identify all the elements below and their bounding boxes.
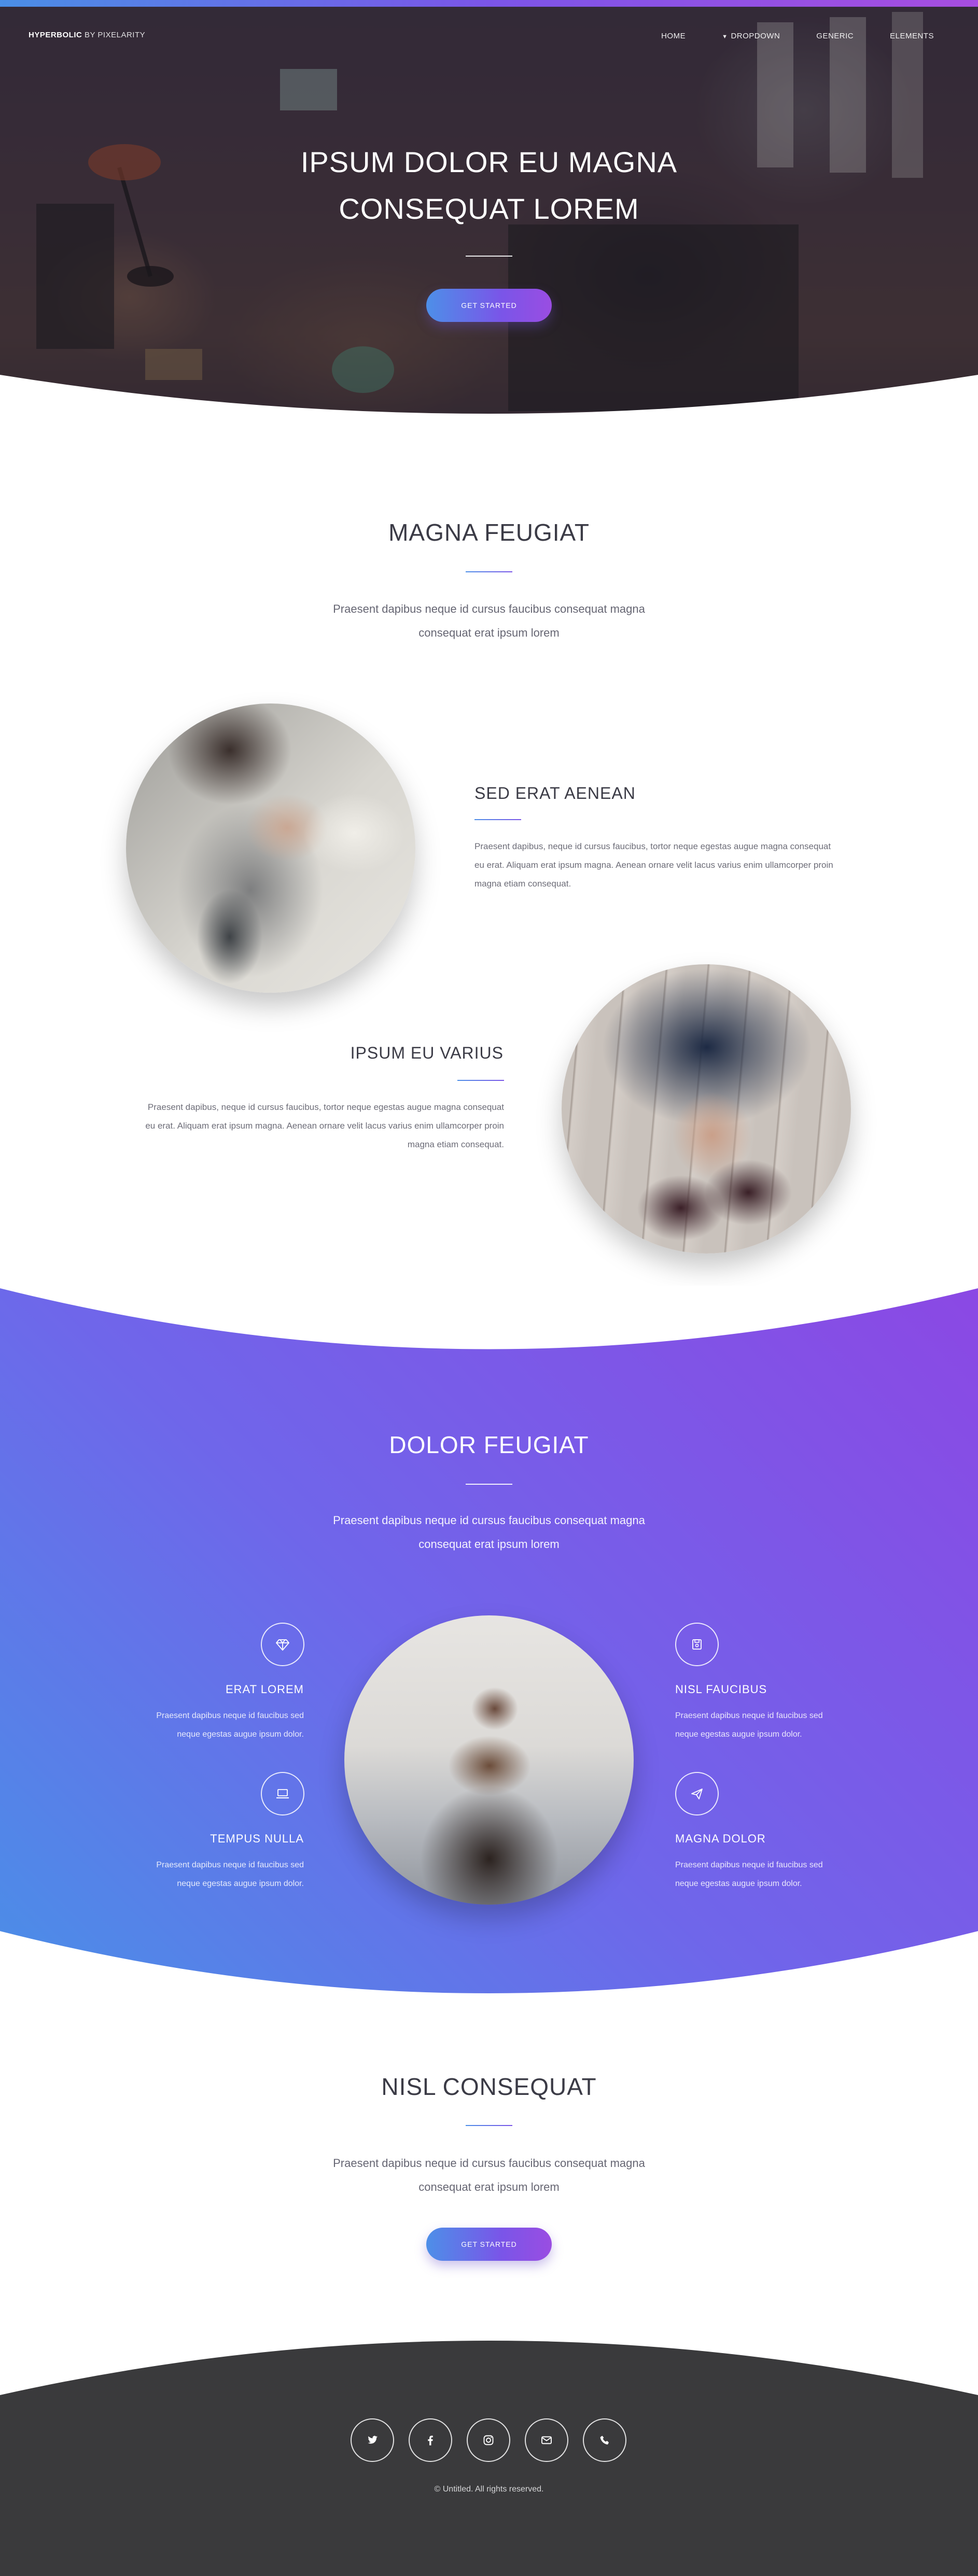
- nav-item-generic[interactable]: GENERIC: [816, 30, 854, 43]
- gradient-section-divider: [466, 1484, 512, 1485]
- brand-logo[interactable]: HYPERBOLIC BY PIXELARITY: [29, 31, 145, 39]
- feature-text: Praesent dapibus, neque id cursus faucib…: [145, 1102, 504, 1149]
- hero-bottom-curve: [0, 375, 978, 442]
- feature-item-title: MAGNA DOLOR: [675, 1832, 766, 1845]
- diamond-icon-button[interactable]: [261, 1623, 304, 1666]
- laptop-icon-button[interactable]: [261, 1772, 304, 1815]
- footer-top-curve: [0, 2341, 978, 2403]
- instagram-link[interactable]: [467, 2418, 510, 2462]
- twitter-icon: [368, 2436, 378, 2444]
- email-icon: [541, 2436, 552, 2444]
- top-accent-bar: [0, 0, 978, 7]
- cta-text: Praesent dapibus neque id cursus faucibu…: [333, 2157, 645, 2193]
- intro-text: Praesent dapibus neque id cursus faucibu…: [333, 602, 645, 639]
- nav-item-dropdown[interactable]: ▼ DROPDOWN: [722, 30, 780, 43]
- diamond-icon: [276, 1639, 289, 1651]
- hero-get-started-button[interactable]: GET STARTED: [426, 289, 552, 322]
- phone-link[interactable]: [583, 2418, 626, 2462]
- feature-item-text: Praesent dapibus neque id faucibus sed n…: [675, 1861, 823, 1888]
- brand-byline: BY PIXELARITY: [82, 31, 146, 39]
- feature-divider: [474, 819, 521, 820]
- feature-item-title: TEMPUS NULLA: [210, 1832, 304, 1845]
- cta-get-started-button[interactable]: GET STARTED: [426, 2228, 552, 2261]
- feature-item-title: ERAT LOREM: [226, 1683, 304, 1696]
- save-icon-button[interactable]: [675, 1623, 719, 1666]
- page: HYPERBOLIC BY PIXELARITY HOME ▼ DROPDOWN …: [0, 0, 978, 2576]
- cta-divider: [466, 2125, 512, 2126]
- feature-divider: [457, 1080, 504, 1081]
- hero-title: IPSUM DOLOR EU MAGNA CONSEQUAT LOREM: [300, 146, 678, 225]
- save-icon: [692, 1639, 702, 1650]
- feature-image-shoes: [562, 964, 851, 1254]
- chevron-down-icon: ▼: [722, 34, 728, 40]
- nav-item-home[interactable]: HOME: [661, 30, 686, 43]
- copyright-text: © Untitled. All rights reserved.: [434, 2485, 544, 2494]
- gradient-bottom-curve: [0, 1931, 978, 1996]
- feature-text: Praesent dapibus, neque id cursus faucib…: [474, 841, 833, 889]
- phone-icon: [600, 2436, 609, 2445]
- feature-title: IPSUM EU VARIUS: [350, 1044, 504, 1062]
- feature-title: SED ERAT AENEAN: [474, 784, 636, 803]
- feature-item-text: Praesent dapibus neque id faucibus sed n…: [156, 1861, 304, 1888]
- twitter-link[interactable]: [351, 2418, 394, 2462]
- feature-item-text: Praesent dapibus neque id faucibus sed n…: [675, 1711, 823, 1739]
- facebook-icon: [428, 2436, 433, 2445]
- intro-divider: [466, 571, 512, 572]
- paper-plane-icon-button[interactable]: [675, 1772, 719, 1815]
- center-image-man-jacket: [344, 1615, 634, 1905]
- feature-item-title: NISL FAUCIBUS: [675, 1683, 767, 1696]
- instagram-icon: [483, 2435, 494, 2445]
- email-link[interactable]: [525, 2418, 568, 2462]
- social-links: [351, 2418, 641, 2462]
- main-nav: HOME ▼ DROPDOWN GENERIC ELEMENTS: [625, 30, 934, 43]
- feature-item-text: Praesent dapibus neque id faucibus sed n…: [156, 1711, 304, 1739]
- gradient-section-text: Praesent dapibus neque id cursus faucibu…: [333, 1514, 645, 1551]
- intro-title: MAGNA FEUGIAT: [388, 519, 590, 546]
- paper-plane-icon: [691, 1789, 703, 1799]
- nav-item-elements[interactable]: ELEMENTS: [890, 30, 934, 43]
- gradient-section-title: DOLOR FEUGIAT: [389, 1431, 589, 1458]
- feature-image-coffee-cup: [126, 703, 415, 993]
- footer: © Untitled. All rights reserved.: [0, 2400, 978, 2576]
- brand-name: HYPERBOLIC: [29, 31, 82, 39]
- hero-divider: [466, 256, 512, 257]
- facebook-link[interactable]: [409, 2418, 452, 2462]
- hero-section: HYPERBOLIC BY PIXELARITY HOME ▼ DROPDOWN …: [0, 7, 978, 442]
- cta-title: NISL CONSEQUAT: [381, 2073, 597, 2100]
- laptop-icon: [276, 1789, 289, 1798]
- gradient-top-curve: [0, 1286, 978, 1349]
- nav-item-dropdown-label: DROPDOWN: [731, 32, 780, 40]
